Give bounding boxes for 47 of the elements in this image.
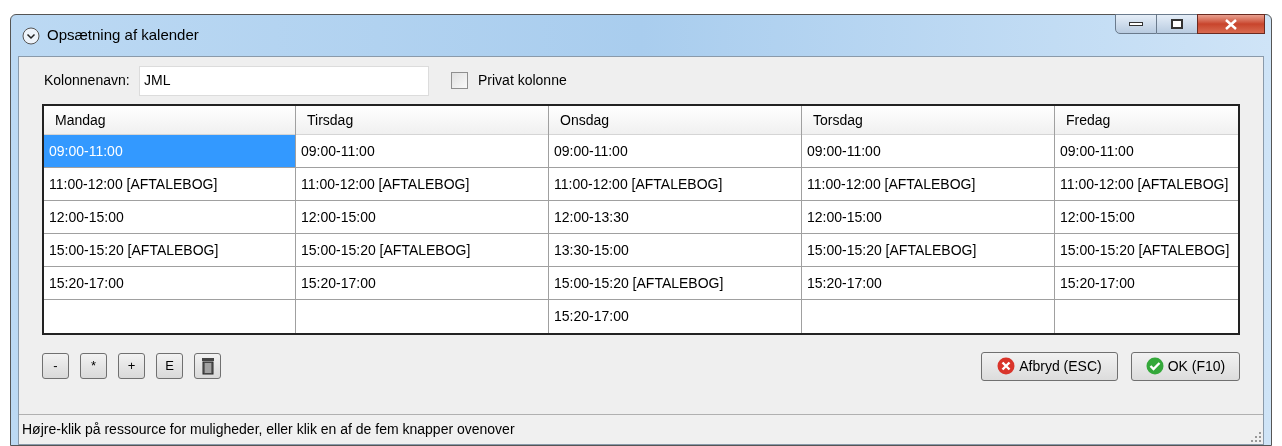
table-cell[interactable]: 15:00-15:20 [AFTALEBOG] xyxy=(549,267,801,300)
table-cell[interactable]: 15:00-15:20 [AFTALEBOG] xyxy=(44,234,295,267)
table-cell[interactable]: 11:00-12:00 [AFTALEBOG] xyxy=(1055,168,1238,201)
resize-grip-icon[interactable] xyxy=(1251,432,1261,442)
status-text: Højre-klik på ressource for muligheder, eller klik en af de fem knapper ovenover xyxy=(22,420,515,439)
table-cell[interactable]: 11:00-12:00 [AFTALEBOG] xyxy=(296,168,548,201)
table-cell[interactable]: 15:00-15:20 [AFTALEBOG] xyxy=(296,234,548,267)
table-cell[interactable]: 12:00-15:00 xyxy=(44,201,295,234)
table-cell[interactable]: 09:00-11:00 xyxy=(296,135,548,168)
table-cell[interactable]: 09:00-11:00 xyxy=(802,135,1054,168)
close-button[interactable] xyxy=(1197,14,1265,34)
table-cell[interactable]: 15:20-17:00 xyxy=(44,267,295,300)
chevron-down-icon[interactable] xyxy=(22,26,40,45)
column-name-label: Kolonnenavn: xyxy=(44,71,131,90)
close-icon xyxy=(1224,18,1238,30)
table-cell[interactable]: 15:00-15:20 [AFTALEBOG] xyxy=(802,234,1054,267)
table-cell[interactable]: 11:00-12:00 [AFTALEBOG] xyxy=(549,168,801,201)
table-cell[interactable]: 11:00-12:00 [AFTALEBOG] xyxy=(44,168,295,201)
table-cell[interactable]: 12:00-13:30 xyxy=(549,201,801,234)
table-cell[interactable]: 12:00-15:00 xyxy=(1055,201,1238,234)
cancel-button[interactable]: Afbryd (ESC) xyxy=(981,351,1118,381)
table-cell[interactable]: 15:20-17:00 xyxy=(1055,267,1238,300)
tool-button[interactable]: E xyxy=(156,353,183,379)
column-name-field[interactable]: JML xyxy=(139,65,429,96)
table-cell[interactable]: 15:00-15:20 [AFTALEBOG] xyxy=(1055,234,1238,267)
checkmark-icon xyxy=(1145,357,1164,375)
ok-button[interactable]: OK (F10) xyxy=(1131,351,1240,381)
private-column-checkbox[interactable] xyxy=(451,72,468,89)
tool-button[interactable]: * xyxy=(80,353,107,379)
tool-button[interactable]: + xyxy=(118,353,145,379)
table-cell[interactable]: 15:20-17:00 xyxy=(802,267,1054,300)
table-cell[interactable]: 15:20-17:00 xyxy=(296,267,548,300)
table-cell[interactable]: 13:30-15:00 xyxy=(549,234,801,267)
tool-button[interactable]: - xyxy=(42,353,69,379)
private-column-label: Privat kolonne xyxy=(478,71,567,90)
table-cell[interactable]: 11:00-12:00 [AFTALEBOG] xyxy=(802,168,1054,201)
delete-button[interactable] xyxy=(194,353,221,379)
table-cell[interactable]: 15:20-17:00 xyxy=(549,300,801,333)
table-cell[interactable]: 09:00-11:00 xyxy=(1055,135,1238,168)
error-icon xyxy=(997,357,1016,375)
table-cell[interactable]: 09:00-11:00 xyxy=(549,135,801,168)
window-title: Opsætning af kalender xyxy=(47,25,199,46)
table-cell[interactable]: 12:00-15:00 xyxy=(296,201,548,234)
maximize-button[interactable] xyxy=(1157,14,1197,34)
minimize-button[interactable] xyxy=(1115,14,1157,34)
table-cell[interactable]: 12:00-15:00 xyxy=(802,201,1054,234)
trash-icon xyxy=(200,357,215,375)
